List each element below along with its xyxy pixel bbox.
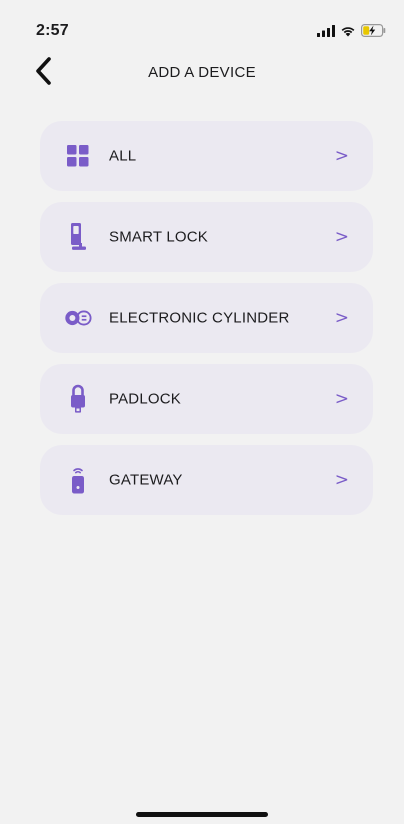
- chevron-right-icon: >: [334, 227, 349, 247]
- cylinder-icon: [64, 303, 92, 333]
- add-device-screen: 2:57 ADD A DEVICE ALL > SMART LOCK > ELE…: [0, 0, 404, 824]
- chevron-right-icon: >: [334, 389, 349, 409]
- device-item-label: ELECTRONIC CYLINDER: [109, 309, 290, 327]
- chevron-right-icon: >: [334, 470, 349, 490]
- wifi-icon: [340, 24, 356, 42]
- device-item-label: ALL: [109, 147, 137, 165]
- home-indicator[interactable]: [136, 812, 268, 817]
- status-bar: 2:57: [0, 0, 404, 50]
- device-item-label: PADLOCK: [109, 390, 181, 408]
- device-item-label: GATEWAY: [109, 471, 183, 489]
- padlock-icon: [64, 384, 92, 414]
- device-item-padlock[interactable]: PADLOCK >: [40, 364, 373, 434]
- nav-bar: ADD A DEVICE: [0, 54, 404, 94]
- smart-lock-icon: [64, 222, 92, 252]
- page-title: ADD A DEVICE: [148, 64, 256, 81]
- chevron-right-icon: >: [334, 146, 349, 166]
- chevron-right-icon: >: [334, 308, 349, 328]
- grid-icon: [64, 141, 92, 171]
- signal-icon: [317, 24, 335, 42]
- device-item-electronic-cylinder[interactable]: ELECTRONIC CYLINDER >: [40, 283, 373, 353]
- status-time: 2:57: [36, 22, 69, 39]
- device-item-gateway[interactable]: GATEWAY >: [40, 445, 373, 515]
- gateway-icon: [64, 465, 92, 495]
- device-item-label: SMART LOCK: [109, 228, 208, 246]
- device-item-all[interactable]: ALL >: [40, 121, 373, 191]
- battery-charging-icon: [361, 24, 386, 42]
- device-type-list: ALL > SMART LOCK > ELECTRONIC CYLINDER >…: [40, 121, 373, 526]
- device-item-smart-lock[interactable]: SMART LOCK >: [40, 202, 373, 272]
- status-icons: [317, 24, 386, 42]
